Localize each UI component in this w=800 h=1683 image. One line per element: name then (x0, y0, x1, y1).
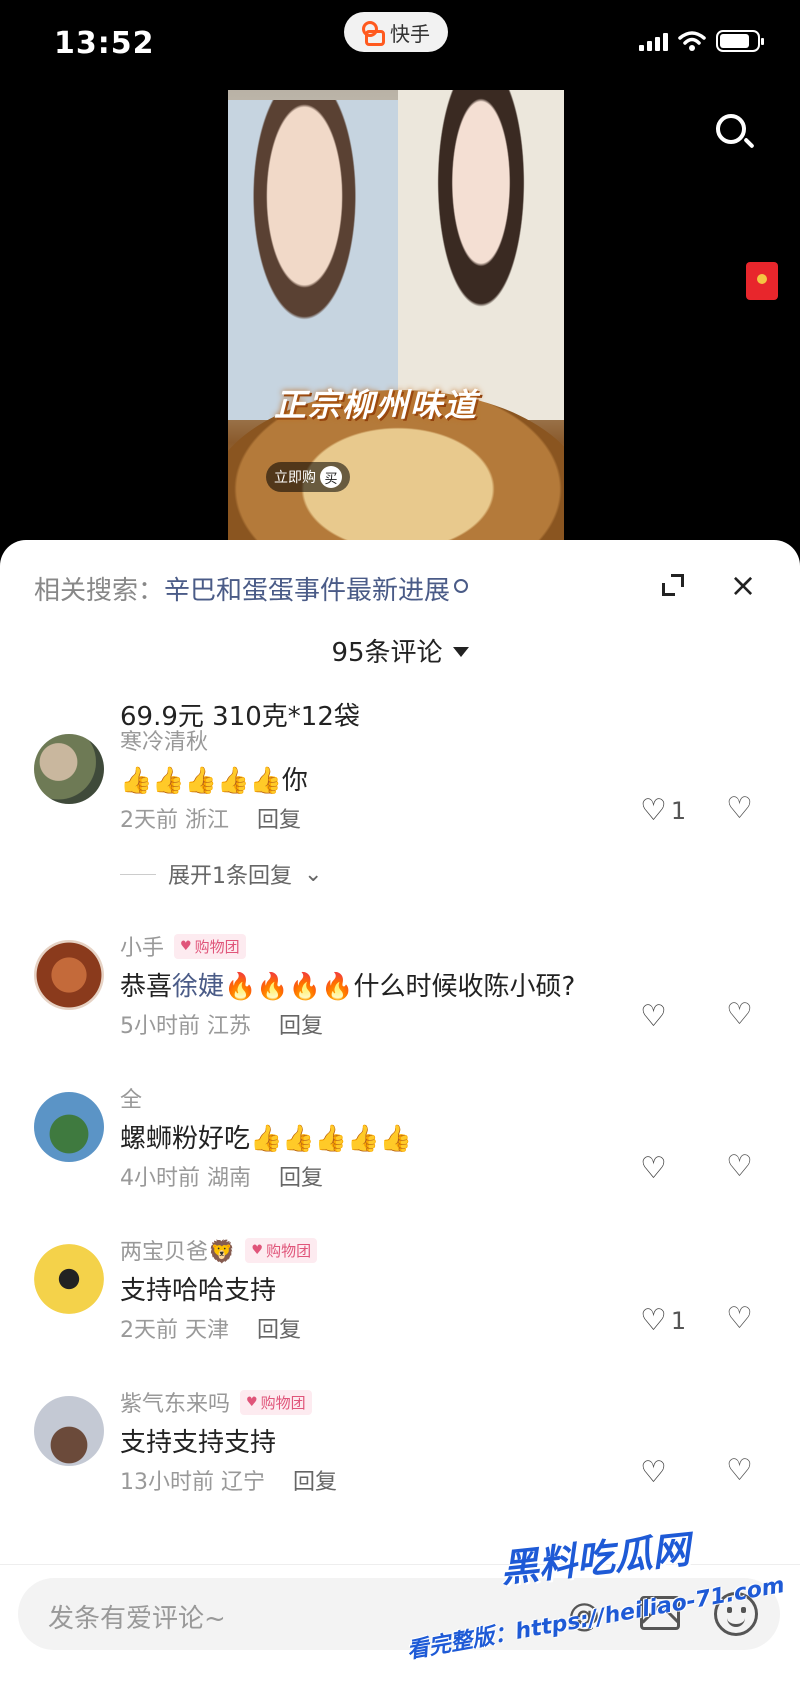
reply-button[interactable]: 回复 (279, 1014, 323, 1039)
related-search[interactable]: 相关搜索：辛巴和蛋蛋事件最新进展 (34, 570, 469, 607)
comment-region: 天津 (185, 1318, 230, 1343)
status-bar: 13:52 快手 (0, 0, 800, 80)
avatar[interactable] (34, 1244, 104, 1314)
system-icons (639, 30, 764, 52)
avatar[interactable] (34, 1092, 104, 1162)
comment-time: 4小时前 (120, 1166, 200, 1191)
dislike-icon[interactable]: ♡ (726, 1456, 753, 1486)
comment-username[interactable]: 全 (120, 1082, 142, 1114)
avatar[interactable] (34, 734, 104, 804)
comment-username[interactable]: 寒冷清秋 (120, 724, 208, 756)
search-icon[interactable] (712, 110, 756, 154)
like-button[interactable]: ♡ (640, 1154, 671, 1184)
comment-text: 恭喜徐婕🔥🔥🔥🔥什么时候收陈小硕? (120, 972, 576, 1002)
comment-region: 江苏 (207, 1014, 252, 1039)
dislike-icon[interactable]: ♡ (726, 1152, 753, 1182)
battery-icon (716, 30, 764, 52)
dislike-icon[interactable]: ♡ (726, 794, 753, 824)
like-button[interactable]: ♡ 1 (640, 796, 686, 826)
app-indicator[interactable]: 快手 (344, 12, 448, 52)
clock: 13:52 (54, 26, 155, 61)
like-button[interactable]: ♡ 1 (640, 1306, 686, 1336)
heart-icon: ♡ (640, 999, 667, 1034)
comment-time: 13小时前 (120, 1470, 214, 1495)
comment-time: 2天前 (120, 808, 178, 833)
close-icon[interactable]: × (728, 569, 758, 601)
comment-username[interactable]: 紫气东来吗购物团 (120, 1386, 312, 1418)
related-search-term[interactable]: 辛巴和蛋蛋事件最新进展 (164, 576, 450, 606)
comment-region: 浙江 (185, 808, 230, 833)
shopping-group-badge: 购物团 (245, 1237, 318, 1263)
comment-text: 支持支持支持 (120, 1428, 277, 1458)
comment-meta: 2天前 天津 回复 (120, 1312, 301, 1344)
comment-text: 支持哈哈支持 (120, 1276, 277, 1306)
heart-icon: ♡ (640, 793, 667, 828)
chevron-down-icon: ⌄ (304, 861, 323, 887)
shopping-group-badge: 购物团 (240, 1389, 312, 1415)
like-button[interactable]: ♡ (640, 1002, 671, 1032)
red-envelope-icon[interactable] (746, 262, 778, 300)
buy-badge: 买 (320, 466, 342, 488)
like-button[interactable]: ♡ (640, 1458, 671, 1488)
expand-icon[interactable] (660, 572, 686, 598)
heart-icon: ♡ (640, 1303, 667, 1338)
comment-time: 2天前 (120, 1318, 178, 1343)
comment-count: 95条评论 (331, 638, 443, 668)
search-mini-icon (454, 579, 469, 593)
comment-username[interactable]: 两宝贝爸🦁购物团 (120, 1234, 318, 1266)
wifi-icon (678, 31, 706, 51)
divider-line (120, 873, 156, 875)
comment-time: 5小时前 (120, 1014, 200, 1039)
dislike-icon[interactable]: ♡ (726, 1304, 753, 1334)
comment-text: 螺蛳粉好吃👍👍👍👍👍 (120, 1124, 412, 1154)
comment-meta: 5小时前 江苏 回复 (120, 1008, 323, 1040)
video-frame-person (228, 100, 398, 420)
kuaishou-logo-icon (362, 21, 385, 46)
comment-meta: 13小时前 辽宁 回复 (120, 1464, 337, 1496)
expand-replies-button[interactable]: 展开1条回复 ⌄ (120, 858, 322, 890)
comment-region: 湖南 (207, 1166, 252, 1191)
reply-button[interactable]: 回复 (279, 1166, 323, 1191)
mention-link[interactable]: 徐婕 (172, 972, 224, 1002)
reply-button[interactable]: 回复 (293, 1470, 337, 1495)
comment-username[interactable]: 小手购物团 (120, 930, 246, 962)
heart-icon: ♡ (640, 1455, 667, 1490)
video-frame-person (398, 90, 564, 420)
like-count: 1 (670, 797, 687, 825)
shopping-group-badge: 购物团 (174, 933, 246, 959)
dislike-icon[interactable]: ♡ (726, 1000, 753, 1030)
comment-meta: 2天前 浙江 回复 (120, 802, 301, 834)
buy-now-button[interactable]: 立即购 买 (266, 462, 350, 492)
video-player[interactable]: 正宗柳州味道 立即购 买 (228, 90, 564, 560)
comment-sheet: 相关搜索：辛巴和蛋蛋事件最新进展 × 95条评论 69.9元 310克*12袋 … (0, 540, 800, 1683)
like-count: 1 (670, 1307, 687, 1335)
avatar[interactable] (34, 940, 104, 1010)
avatar[interactable] (34, 1396, 104, 1466)
comment-region: 辽宁 (221, 1470, 266, 1495)
app-name: 快手 (390, 21, 430, 46)
expand-replies-label: 展开1条回复 (168, 864, 292, 889)
reply-button[interactable]: 回复 (257, 808, 301, 833)
buy-now-label: 立即购 (274, 470, 316, 486)
comment-text: 👍👍👍👍👍你 (120, 766, 308, 796)
comment-meta: 4小时前 湖南 回复 (120, 1160, 323, 1192)
caret-down-icon (452, 647, 469, 657)
reply-button[interactable]: 回复 (257, 1318, 301, 1343)
signal-icon (639, 31, 668, 51)
related-search-prefix: 相关搜索： (34, 576, 165, 606)
comment-input[interactable]: 发条有爱评论~ (48, 1598, 226, 1635)
comment-count-selector[interactable]: 95条评论 (0, 632, 800, 669)
heart-icon: ♡ (640, 1151, 667, 1186)
video-caption: 正宗柳州味道 (274, 386, 479, 424)
